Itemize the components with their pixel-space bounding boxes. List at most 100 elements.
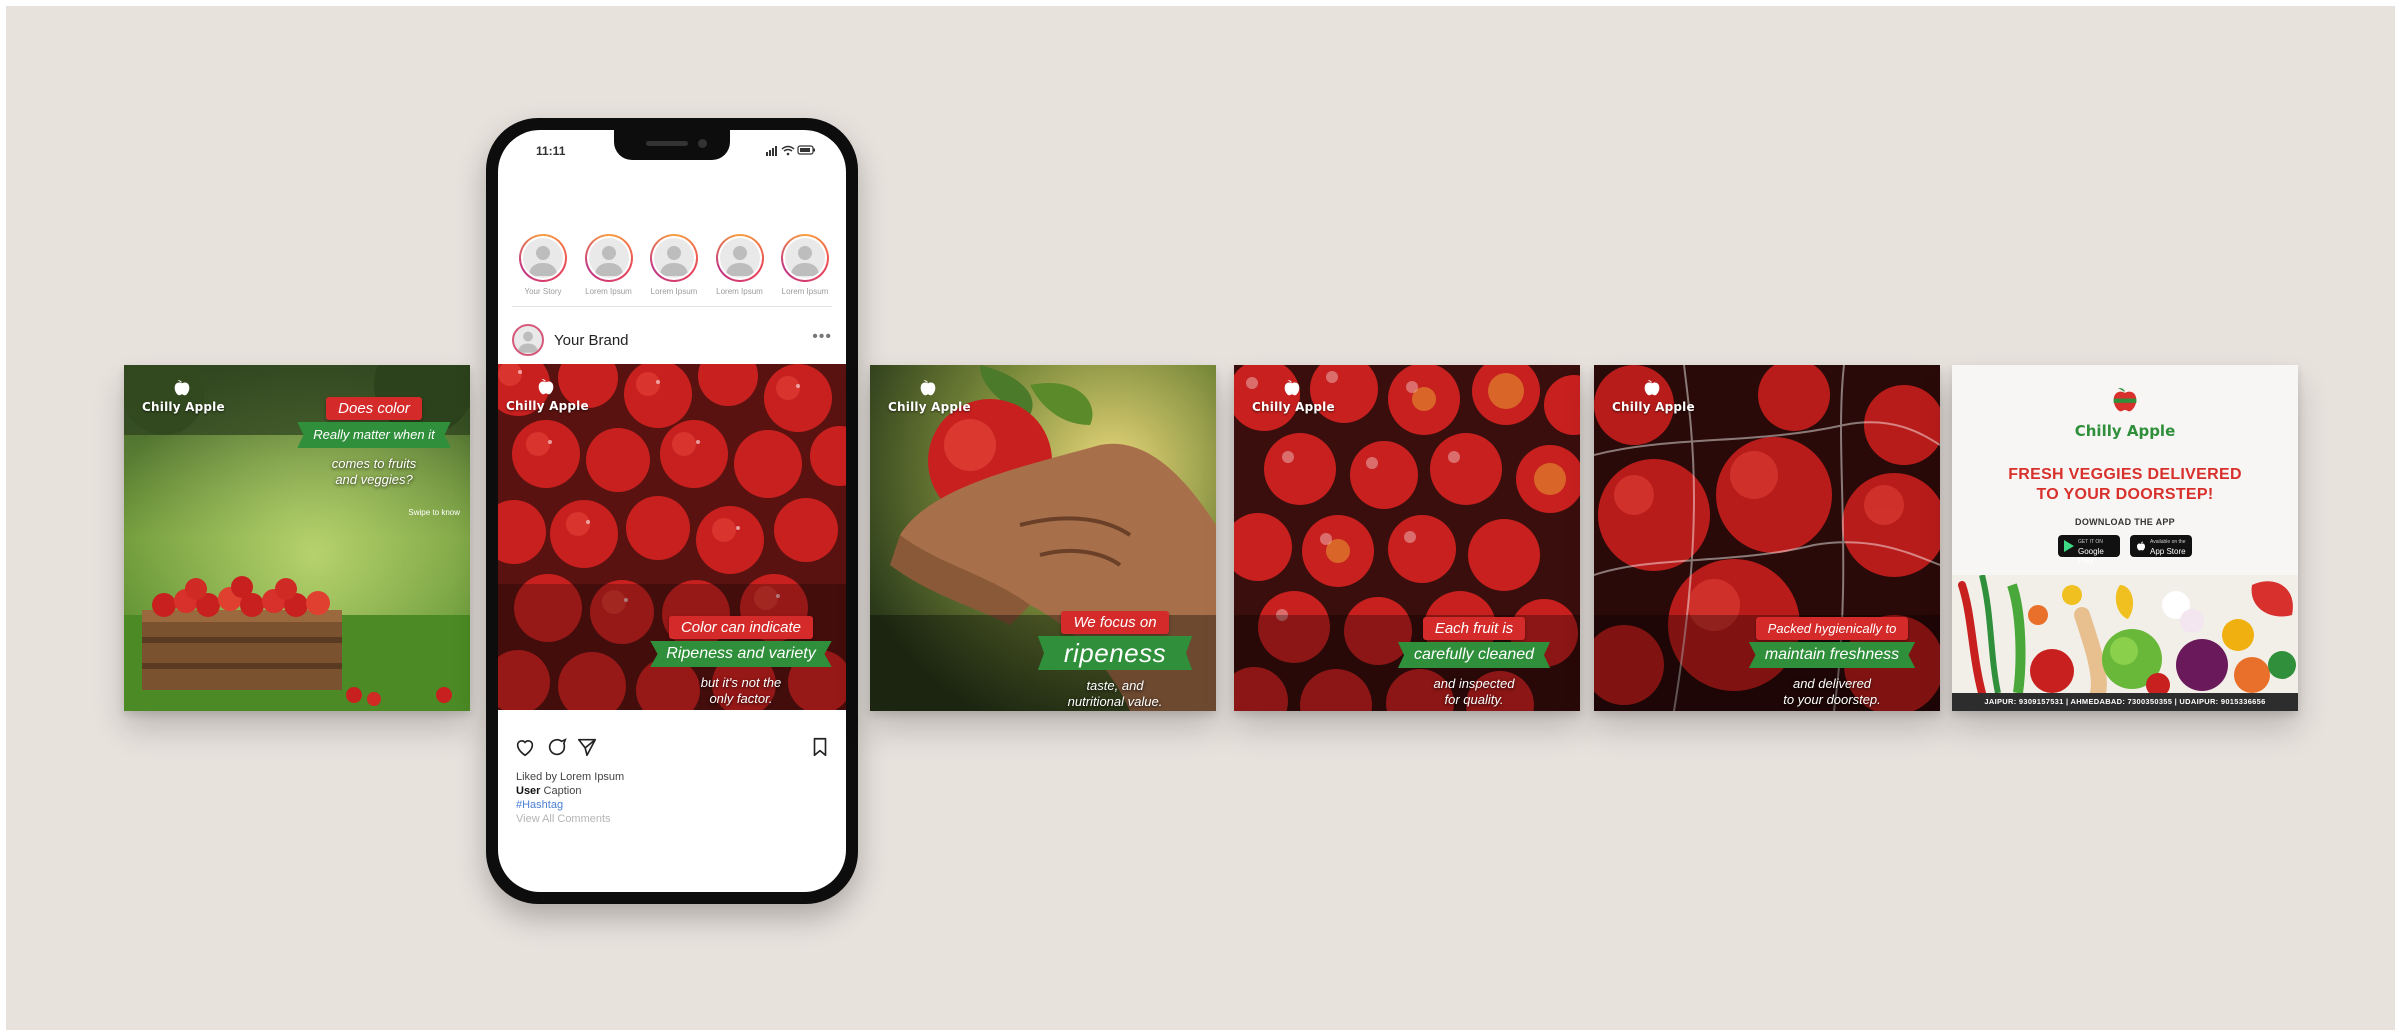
brand-logo: Chilly Apple bbox=[1612, 377, 1695, 414]
battery-icon bbox=[797, 145, 815, 155]
story-item[interactable]: Lorem Ipsum bbox=[711, 234, 769, 296]
post-card-ripeness[interactable]: Chilly Apple We focus on ripeness taste,… bbox=[870, 365, 1216, 711]
post-card-download-app[interactable]: Chilly Apple FRESH VEGGIES DELIVERED TO … bbox=[1952, 365, 2298, 711]
user-avatar-icon bbox=[529, 246, 557, 276]
user-avatar-icon bbox=[791, 246, 819, 276]
phone-screen: 11:11 Your Story Lorem Ipsum Lorem Ipsum… bbox=[498, 130, 846, 892]
brand-name: Chilly Apple bbox=[506, 399, 589, 413]
apple-store-icon bbox=[2137, 541, 2145, 551]
story-label: Lorem Ipsum bbox=[716, 287, 763, 296]
brand-name: Chilly Apple bbox=[888, 400, 971, 414]
app-card-headline: FRESH VEGGIES DELIVERED TO YOUR DOORSTEP… bbox=[1952, 465, 2298, 505]
share-icon[interactable] bbox=[576, 736, 598, 758]
phone-mockup: 11:11 Your Story Lorem Ipsum Lorem Ipsum… bbox=[486, 118, 858, 904]
stories-divider bbox=[512, 306, 832, 307]
contact-footer: JAIPUR: 9309157531 | AHMEDABAD: 73003503… bbox=[1952, 693, 2298, 711]
signal-icon bbox=[766, 146, 777, 156]
story-item[interactable]: Lorem Ipsum bbox=[776, 234, 834, 296]
liked-by[interactable]: Liked by Lorem Ipsum bbox=[516, 770, 624, 784]
brand-logo: Chilly Apple bbox=[888, 377, 971, 414]
account-avatar[interactable] bbox=[512, 324, 544, 356]
apple-logo-icon bbox=[538, 379, 554, 395]
status-icons bbox=[766, 144, 816, 156]
ellipsis-icon[interactable]: ••• bbox=[812, 328, 832, 346]
brand-name: Chilly Apple bbox=[142, 400, 225, 414]
apple-logo-icon bbox=[174, 380, 190, 396]
headline-line-2: TO YOUR DOORSTEP! bbox=[2036, 486, 2214, 503]
card-caption: Does color Really matter when it comes t… bbox=[284, 397, 464, 517]
apple-logo-icon bbox=[920, 380, 936, 396]
card-caption: We focus on ripeness taste, and nutritio… bbox=[1030, 611, 1200, 710]
wifi-icon bbox=[781, 145, 795, 156]
front-camera bbox=[698, 139, 707, 148]
story-item[interactable]: Your Story bbox=[514, 234, 572, 296]
post-card-packed[interactable]: Chilly Apple Packed hygienically to main… bbox=[1594, 365, 1940, 711]
swipe-hint: Swipe to know bbox=[408, 508, 460, 517]
apple-logo-icon bbox=[2113, 388, 2137, 412]
vegetables-photo bbox=[1952, 575, 2298, 695]
caption-red-pill: Does color bbox=[326, 397, 422, 420]
google-play-icon bbox=[2064, 540, 2074, 552]
view-comments-link[interactable]: View All Comments bbox=[516, 812, 624, 826]
app-store-button[interactable]: Available on the App Store bbox=[2130, 535, 2192, 557]
caption-sub-line-1: and delivered bbox=[1792, 676, 1872, 691]
user-avatar-icon bbox=[594, 246, 623, 276]
story-label: Lorem Ipsum bbox=[781, 287, 829, 296]
caption-sub-line-2: to your doorstep. bbox=[1783, 692, 1881, 707]
user-caption: User Caption bbox=[516, 784, 624, 798]
apple-logo-icon bbox=[1284, 380, 1300, 396]
app-store-small: Available on the bbox=[2150, 539, 2186, 545]
brand-name: Chilly Apple bbox=[1252, 400, 1335, 414]
caption-sub-line-1: but it's not the bbox=[700, 675, 782, 690]
user-avatar-icon bbox=[518, 331, 538, 353]
caption-green-ribbon: Ripeness and variety bbox=[650, 641, 832, 667]
card-caption: Each fruit is carefully cleaned and insp… bbox=[1384, 617, 1564, 708]
caption-sub-line-2: nutritional value. bbox=[1067, 694, 1163, 709]
story-label: Your Story bbox=[524, 287, 562, 296]
story-item[interactable]: Lorem Ipsum bbox=[580, 234, 638, 296]
story-item[interactable]: Lorem Ipsum bbox=[645, 234, 703, 296]
google-play-small: GET IT ON bbox=[2078, 539, 2103, 545]
caption-sub-line-2: for quality. bbox=[1444, 692, 1504, 707]
showcase-background: Chilly Apple Does color Really matter wh… bbox=[6, 6, 2395, 1030]
speaker-grille bbox=[646, 141, 688, 146]
story-label: Lorem Ipsum bbox=[650, 287, 698, 296]
caption-sub-line-1: and inspected bbox=[1433, 676, 1515, 691]
caption-red-pill: Color can indicate bbox=[668, 616, 814, 639]
headline-line-1: FRESH VEGGIES DELIVERED bbox=[2008, 466, 2242, 483]
heart-icon[interactable] bbox=[514, 736, 536, 758]
account-name[interactable]: Your Brand bbox=[554, 332, 629, 349]
caption-sub-line-1: taste, and bbox=[1086, 678, 1144, 693]
caption-red-pill: Each fruit is bbox=[1422, 617, 1526, 640]
apple-logo-icon bbox=[1644, 380, 1660, 396]
app-store-label: App Store bbox=[2150, 547, 2186, 556]
brand-logo: Chilly Apple bbox=[142, 377, 225, 414]
caption-green-ribbon: carefully cleaned bbox=[1397, 642, 1551, 668]
google-play-button[interactable]: GET IT ON Google Play bbox=[2058, 535, 2120, 565]
brand-name: Chilly Apple bbox=[2074, 422, 2176, 440]
card-caption: Packed hygienically to maintain freshnes… bbox=[1730, 617, 1934, 708]
post-meta: Liked by Lorem Ipsum User Caption #Hasht… bbox=[516, 770, 624, 826]
phone-notch bbox=[614, 130, 730, 160]
caption-red-pill: Packed hygienically to bbox=[1755, 617, 1909, 640]
post-actions bbox=[514, 736, 830, 760]
brand-logo: Chilly Apple bbox=[1952, 383, 2298, 440]
caption-user[interactable]: User bbox=[516, 785, 540, 797]
post-card-cleaned[interactable]: Chilly Apple Each fruit is carefully cle… bbox=[1234, 365, 1580, 711]
bookmark-icon[interactable] bbox=[810, 736, 830, 758]
post-header: Your Brand ••• bbox=[512, 324, 832, 360]
stories-row: Your Story Lorem Ipsum Lorem Ipsum Lorem… bbox=[514, 234, 834, 296]
post-card-does-color[interactable]: Chilly Apple Does color Really matter wh… bbox=[124, 365, 470, 711]
comment-icon[interactable] bbox=[546, 736, 568, 758]
caption-green-ribbon: ripeness bbox=[1037, 636, 1193, 670]
status-time: 11:11 bbox=[536, 144, 566, 158]
brand-name: Chilly Apple bbox=[1612, 400, 1695, 414]
phone-post-image[interactable]: Chilly Apple Color can indicate Ripeness… bbox=[498, 364, 846, 710]
brand-logo: Chilly Apple bbox=[1252, 377, 1335, 414]
caption-green-ribbon: maintain freshness bbox=[1748, 642, 1916, 668]
brand-logo: Chilly Apple bbox=[506, 376, 589, 413]
user-avatar-icon bbox=[660, 246, 688, 276]
hashtag-link[interactable]: #Hashtag bbox=[516, 798, 624, 812]
caption-sub-line-2: only factor. bbox=[709, 691, 773, 706]
caption-red-pill: We focus on bbox=[1061, 611, 1169, 634]
